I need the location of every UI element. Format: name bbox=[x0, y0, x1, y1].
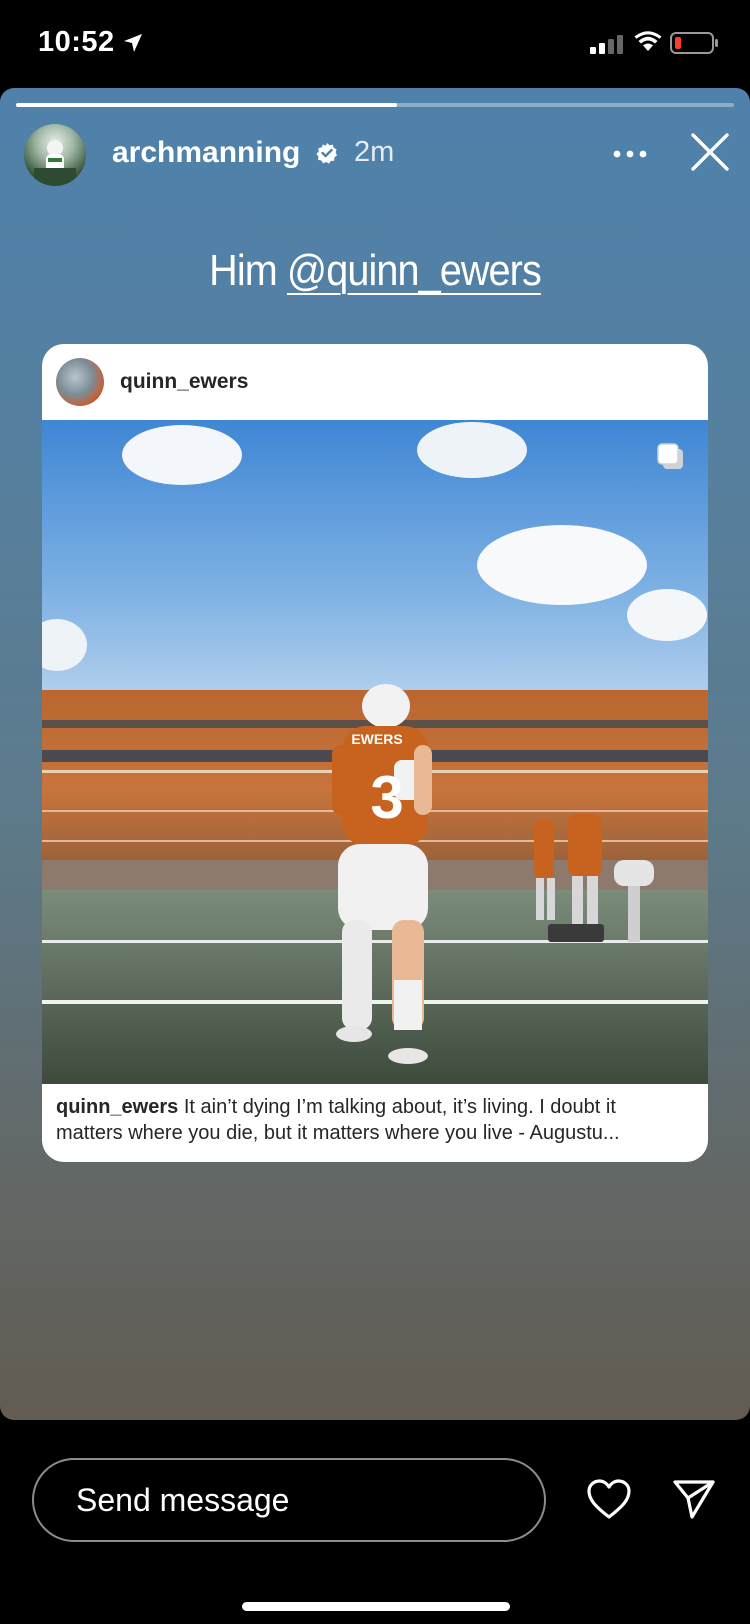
cellular-signal-icon bbox=[590, 34, 624, 59]
wifi-icon bbox=[634, 31, 662, 58]
more-options-icon[interactable] bbox=[612, 146, 648, 164]
story-mention-link[interactable]: @quinn_ewers bbox=[287, 246, 542, 295]
location-arrow-icon bbox=[122, 32, 144, 59]
heart-icon[interactable] bbox=[586, 1478, 632, 1525]
battery-low-icon bbox=[670, 32, 720, 59]
shared-post-card[interactable]: quinn_ewers 3 EWERS quinn_ewers It ain’t… bbox=[42, 344, 708, 1162]
send-message-placeholder: Send message bbox=[76, 1482, 290, 1518]
post-author-avatar[interactable] bbox=[56, 358, 104, 406]
post-caption-line-2: matters where you die, but it matters wh… bbox=[56, 1122, 620, 1144]
post-author-username[interactable]: quinn_ewers bbox=[120, 370, 248, 394]
send-message-input[interactable]: Send message bbox=[32, 1458, 546, 1542]
story-viewer[interactable]: archmanning 2m Him @quinn_ewers quinn_ew… bbox=[0, 88, 750, 1420]
post-caption-line-1: It ain’t dying I’m talking about, it’s l… bbox=[183, 1096, 616, 1118]
story-caption: Him @quinn_ewers bbox=[38, 246, 713, 296]
send-direct-icon[interactable] bbox=[672, 1478, 716, 1525]
post-caption-username[interactable]: quinn_ewers bbox=[56, 1096, 178, 1118]
carousel-multiple-icon bbox=[656, 442, 686, 472]
story-author-username[interactable]: archmanning bbox=[112, 136, 300, 170]
post-caption: quinn_ewers It ain’t dying I’m talking a… bbox=[56, 1094, 696, 1146]
reply-bar: Send message bbox=[0, 1420, 750, 1624]
clock: 10:52 bbox=[38, 26, 115, 58]
post-header: quinn_ewers bbox=[42, 344, 708, 420]
jersey-number: 3 bbox=[370, 764, 403, 831]
jersey-name: EWERS bbox=[351, 731, 402, 747]
verified-badge-icon bbox=[316, 142, 338, 169]
close-icon[interactable] bbox=[690, 132, 730, 177]
post-photo[interactable]: 3 EWERS bbox=[42, 420, 708, 1084]
status-bar: 10:52 bbox=[0, 0, 750, 88]
story-progress-bar bbox=[16, 103, 734, 107]
story-author-avatar[interactable] bbox=[24, 124, 86, 186]
story-timestamp: 2m bbox=[354, 136, 395, 168]
story-progress-fill bbox=[16, 103, 397, 107]
story-caption-text: Him bbox=[209, 246, 278, 295]
home-indicator bbox=[242, 1602, 510, 1611]
